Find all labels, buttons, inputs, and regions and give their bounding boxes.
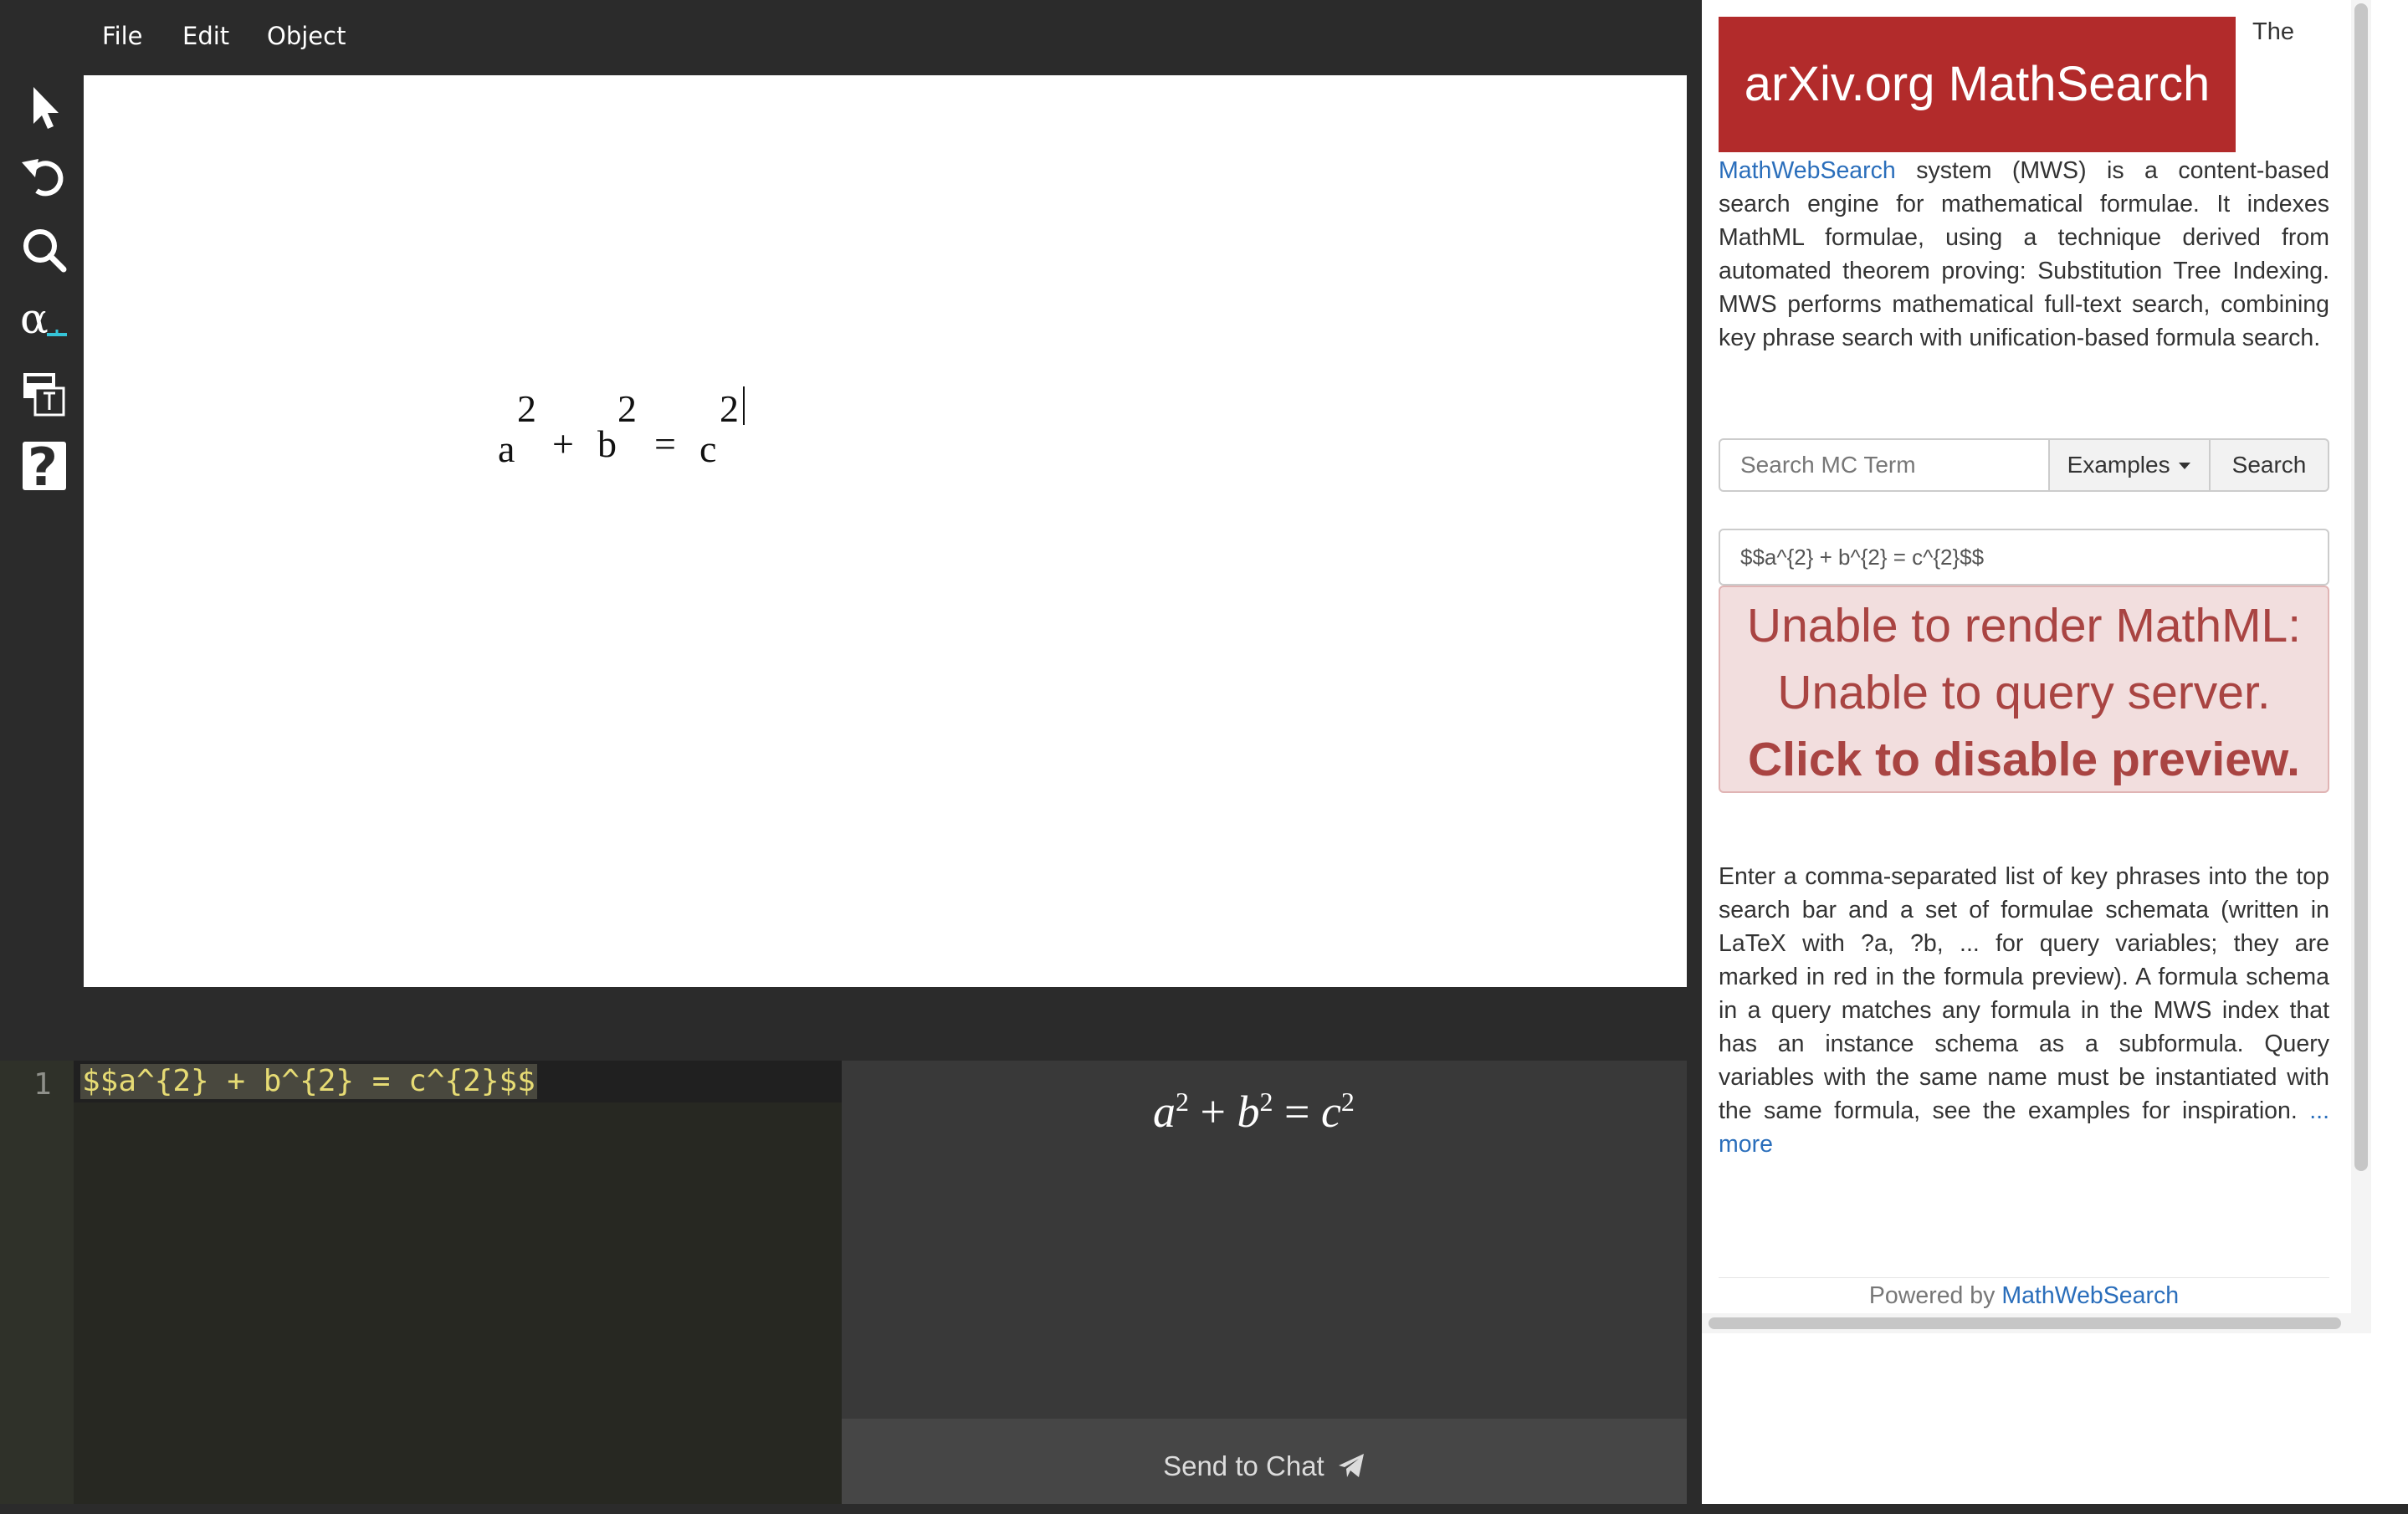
- preview-c-exp: 2: [1340, 1087, 1355, 1117]
- code-line[interactable]: $$a^{2} + b^{2} = c^{2}$$: [80, 1064, 537, 1099]
- paper-plane-icon: [1338, 1454, 1364, 1477]
- undo-icon[interactable]: [18, 152, 70, 204]
- menu-file[interactable]: File: [102, 22, 143, 50]
- menu-edit[interactable]: Edit: [182, 22, 229, 50]
- sup-b[interactable]: 2: [617, 390, 637, 428]
- preview-a: a: [1153, 1087, 1176, 1137]
- intro-paragraph: MathWebSearch system (MWS) is a content-…: [1719, 154, 2329, 355]
- base-c[interactable]: c: [699, 430, 716, 468]
- error-query-line: Unable to query server.: [1777, 666, 2271, 719]
- magnifier-icon[interactable]: [18, 224, 70, 276]
- vertical-scroll-thumb[interactable]: [2354, 3, 2368, 1171]
- search-bar: Examples Search: [1719, 438, 2329, 495]
- examples-label: Examples: [2067, 452, 2170, 478]
- convert-icon[interactable]: [18, 368, 70, 420]
- latex-editor[interactable]: 1 $$a^{2} + b^{2} = c^{2}$$: [0, 1061, 842, 1504]
- examples-dropdown[interactable]: Examples: [2048, 438, 2211, 492]
- formula-input[interactable]: [1719, 529, 2329, 586]
- symbol-alpha-icon[interactable]: α: [18, 294, 70, 348]
- mathsearch-panel: arXiv.org MathSearch The MathWebSearch s…: [1702, 0, 2408, 1504]
- math-editor-app: File Edit Object α ? a 2 + b 2 = c 2 1 $…: [0, 0, 1707, 1504]
- intro-lead-word: The: [2252, 18, 2294, 45]
- equals-sign[interactable]: =: [654, 425, 676, 463]
- help-icon[interactable]: ?: [18, 437, 70, 498]
- brand-banner: arXiv.org MathSearch: [1719, 17, 2236, 152]
- help-paragraph: Enter a comma-separated list of key phra…: [1719, 860, 2329, 1161]
- send-label: Send to Chat: [1163, 1450, 1324, 1481]
- preview-plus: +: [1200, 1087, 1226, 1137]
- sup-a[interactable]: 2: [517, 390, 536, 428]
- pointer-icon[interactable]: [18, 82, 70, 134]
- drawing-canvas[interactable]: a 2 + b 2 = c 2: [84, 75, 1687, 987]
- plus-sign[interactable]: +: [552, 425, 574, 463]
- base-a[interactable]: a: [498, 430, 515, 468]
- error-render-line: Unable to render MathML:: [1746, 599, 2302, 652]
- intro-text: system (MWS) is a content-based search e…: [1719, 157, 2329, 351]
- base-b[interactable]: b: [597, 425, 617, 463]
- send-to-chat-button[interactable]: Send to Chat: [842, 1419, 1687, 1504]
- preview-b-exp: 2: [1259, 1087, 1273, 1117]
- preview-c: c: [1320, 1087, 1341, 1137]
- vertical-scrollbar[interactable]: [2351, 0, 2371, 1313]
- mathwebsearch-link[interactable]: MathWebSearch: [1719, 157, 1896, 184]
- rendered-formula: a2 + b2 = c2: [1153, 1086, 1355, 1138]
- preview-a-exp: 2: [1176, 1087, 1189, 1117]
- preview-error-box[interactable]: Unable to render MathML: Unable to query…: [1719, 586, 2329, 793]
- line-gutter: 1: [0, 1061, 74, 1504]
- powered-by-link[interactable]: MathWebSearch: [2001, 1282, 2179, 1309]
- horizontal-scrollbar[interactable]: [1702, 1313, 2371, 1333]
- menu-object[interactable]: Object: [267, 22, 346, 50]
- powered-by-footer: Powered by MathWebSearch: [1719, 1282, 2329, 1310]
- preview-equals: =: [1283, 1087, 1310, 1137]
- help-glyph: ?: [28, 437, 58, 498]
- horizontal-scroll-thumb[interactable]: [1709, 1317, 2341, 1329]
- line-number: 1: [33, 1067, 52, 1102]
- search-input[interactable]: [1719, 438, 2050, 492]
- search-button[interactable]: Search: [2209, 438, 2329, 492]
- text-cursor: [743, 386, 745, 425]
- disable-preview-line: Click to disable preview.: [1748, 733, 2300, 786]
- footer-divider: [1719, 1277, 2329, 1278]
- menu-bar: File Edit Object: [0, 0, 1707, 75]
- powered-by-text: Powered by: [1868, 1282, 2002, 1309]
- preview-b: b: [1237, 1087, 1260, 1137]
- sup-c[interactable]: 2: [720, 390, 739, 428]
- help-text: Enter a comma-separated list of key phra…: [1719, 863, 2329, 1124]
- caret-down-icon: [2179, 463, 2191, 469]
